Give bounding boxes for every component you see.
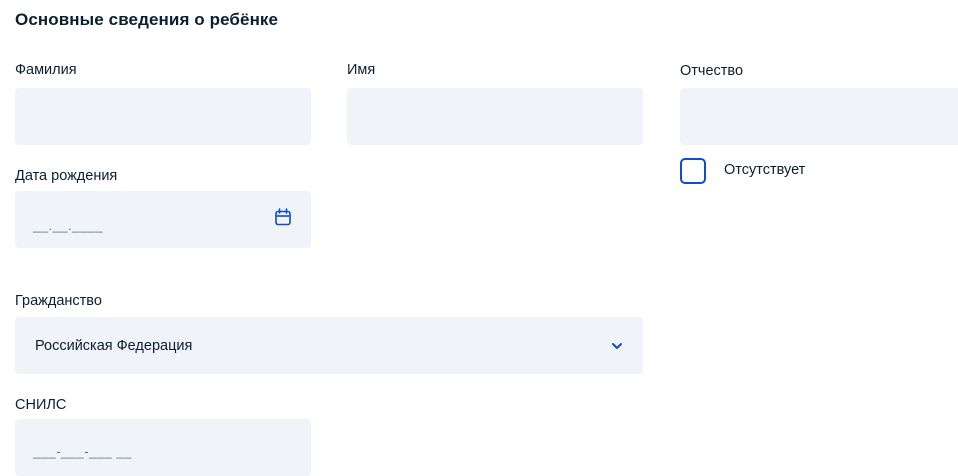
calendar-icon[interactable] bbox=[274, 208, 292, 227]
patronymic-absent-checkbox[interactable] bbox=[680, 158, 706, 184]
first-name-label: Имя bbox=[347, 62, 376, 78]
last-name-label: Фамилия bbox=[15, 62, 77, 78]
snils-placeholder: ___-___-___ __ bbox=[33, 444, 132, 459]
patronymic-label: Отчество bbox=[680, 63, 744, 79]
birth-date-input[interactable]: __.__.____ bbox=[15, 191, 311, 248]
birth-date-placeholder: __.__.____ bbox=[33, 218, 104, 233]
citizenship-select[interactable]: Российская Федерация bbox=[15, 317, 643, 374]
section-title: Основные сведения о ребёнке bbox=[15, 10, 279, 29]
chevron-down-icon[interactable] bbox=[610, 339, 624, 353]
snils-input[interactable]: ___-___-___ __ bbox=[15, 419, 311, 476]
citizenship-value: Российская Федерация bbox=[35, 337, 193, 354]
birth-date-label: Дата рождения bbox=[15, 168, 118, 184]
citizenship-label: Гражданство bbox=[15, 293, 102, 309]
snils-label: СНИЛС bbox=[15, 397, 67, 413]
first-name-input[interactable] bbox=[347, 88, 643, 145]
patronymic-absent-label[interactable]: Отсутствует bbox=[724, 162, 805, 178]
patronymic-input[interactable] bbox=[680, 88, 958, 145]
last-name-input[interactable] bbox=[15, 88, 311, 145]
